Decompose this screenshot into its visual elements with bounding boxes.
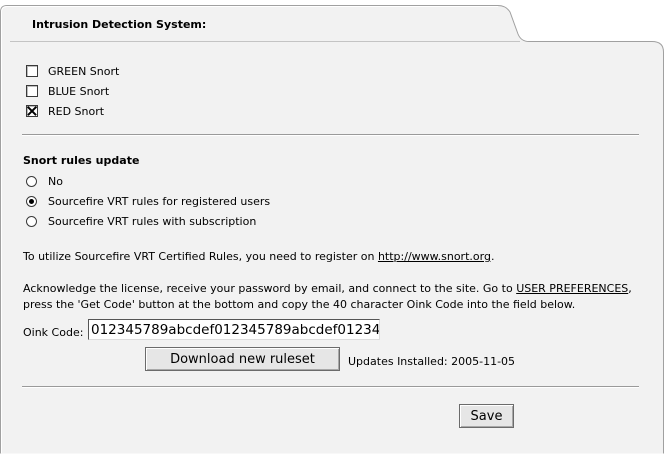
oink-code-input[interactable] — [88, 319, 380, 340]
register-info: To utilize Sourcefire VRT Certified Rule… — [23, 250, 494, 263]
register-text: To utilize Sourcefire VRT Certified Rule… — [23, 250, 378, 263]
oink-code-label: Oink Code: — [23, 326, 84, 339]
rules-option-subscription[interactable]: Sourcefire VRT rules with subscription — [26, 213, 256, 229]
rules-update-title: Snort rules update — [23, 154, 140, 167]
acknowledge-info: Acknowledge the license, receive your pa… — [23, 282, 632, 295]
green-snort-checkbox[interactable] — [26, 65, 38, 77]
acknowledge-text: Acknowledge the license, receive your pa… — [23, 282, 517, 295]
rules-no-label: No — [48, 174, 63, 188]
blue-snort-label: BLUE Snort — [48, 84, 110, 98]
ids-option-green[interactable]: GREEN Snort — [26, 63, 119, 79]
ids-settings-panel: Intrusion Detection System: GREEN Snort … — [0, 0, 664, 454]
acknowledge-suffix: , — [628, 282, 632, 295]
rules-subscription-label: Sourcefire VRT rules with subscription — [48, 214, 257, 228]
red-snort-checkbox[interactable] — [26, 105, 38, 117]
save-button[interactable]: Save — [459, 404, 514, 428]
register-suffix: . — [490, 250, 495, 263]
rules-registered-label: Sourcefire VRT rules for registered user… — [48, 194, 271, 208]
snort-org-link[interactable]: http://www.snort.org — [378, 250, 491, 263]
acknowledge-info-line2: press the 'Get Code' button at the botto… — [23, 298, 576, 311]
rules-registered-radio[interactable] — [26, 195, 37, 207]
ids-option-blue[interactable]: BLUE Snort — [26, 83, 109, 99]
divider-bottom — [22, 386, 639, 388]
red-snort-label: RED Snort — [48, 104, 105, 118]
user-preferences-link[interactable]: USER PREFERENCES — [516, 282, 628, 295]
rules-option-registered[interactable]: Sourcefire VRT rules for registered user… — [26, 193, 270, 209]
panel-title: Intrusion Detection System: — [32, 18, 207, 31]
updates-installed-status: Updates Installed: 2005-11-05 — [348, 355, 516, 368]
download-ruleset-button[interactable]: Download new ruleset — [145, 347, 340, 371]
divider-top — [22, 134, 639, 136]
green-snort-label: GREEN Snort — [48, 64, 120, 78]
rules-subscription-radio[interactable] — [26, 215, 37, 227]
rules-no-radio[interactable] — [26, 175, 37, 187]
blue-snort-checkbox[interactable] — [26, 85, 38, 97]
rules-option-no[interactable]: No — [26, 173, 63, 189]
ids-option-red[interactable]: RED Snort — [26, 103, 104, 119]
